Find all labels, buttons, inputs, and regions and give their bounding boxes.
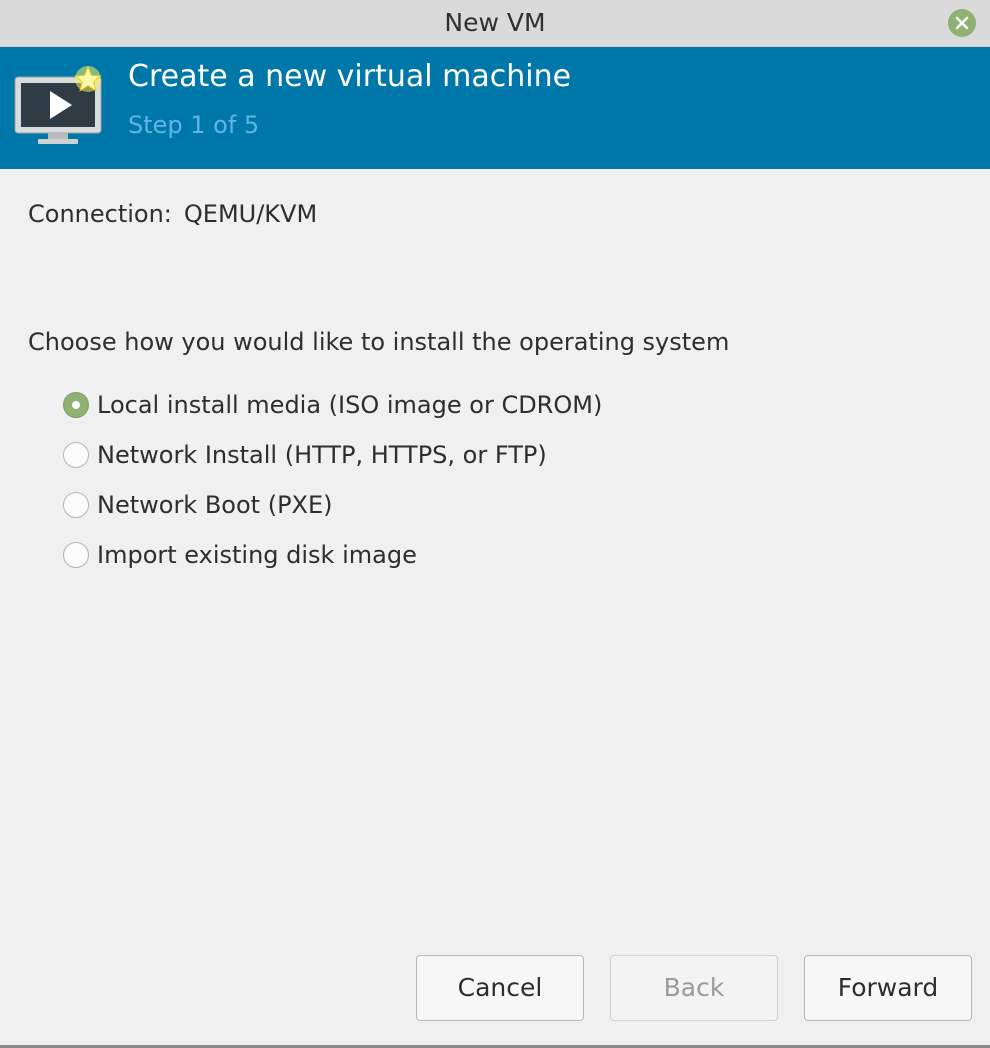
window-title: New VM: [444, 8, 546, 37]
option-import-disk[interactable]: Import existing disk image: [63, 530, 602, 580]
option-network-boot[interactable]: Network Boot (PXE): [63, 480, 602, 530]
option-local-install[interactable]: Local install media (ISO image or CDROM): [63, 380, 602, 430]
option-label: Local install media (ISO image or CDROM): [97, 391, 603, 419]
wizard-step: Step 1 of 5: [128, 111, 260, 139]
wizard-header: Create a new virtual machine Step 1 of 5: [0, 47, 990, 169]
option-network-install[interactable]: Network Install (HTTP, HTTPS, or FTP): [63, 430, 602, 480]
wizard-title: Create a new virtual machine: [128, 59, 572, 94]
window-titlebar: New VM: [0, 0, 990, 47]
connection-value: QEMU/KVM: [183, 200, 318, 228]
connection-label: Connection:: [28, 200, 172, 228]
option-label: Import existing disk image: [97, 541, 417, 569]
virtual-machine-icon: [14, 65, 102, 144]
radio-local-install[interactable]: [63, 392, 89, 418]
connection-row: Connection: QEMU/KVM: [28, 200, 317, 228]
close-button[interactable]: [948, 9, 976, 37]
radio-network-install[interactable]: [63, 442, 89, 468]
radio-import-disk[interactable]: [63, 542, 89, 568]
option-label: Network Boot (PXE): [97, 491, 333, 519]
radio-network-boot[interactable]: [63, 492, 89, 518]
close-icon: [955, 16, 969, 30]
cancel-button[interactable]: Cancel: [416, 955, 584, 1021]
install-options: Local install media (ISO image or CDROM)…: [63, 380, 602, 580]
install-prompt: Choose how you would like to install the…: [28, 328, 730, 356]
option-label: Network Install (HTTP, HTTPS, or FTP): [97, 441, 547, 469]
forward-button[interactable]: Forward: [804, 955, 972, 1021]
back-button[interactable]: Back: [610, 955, 778, 1021]
